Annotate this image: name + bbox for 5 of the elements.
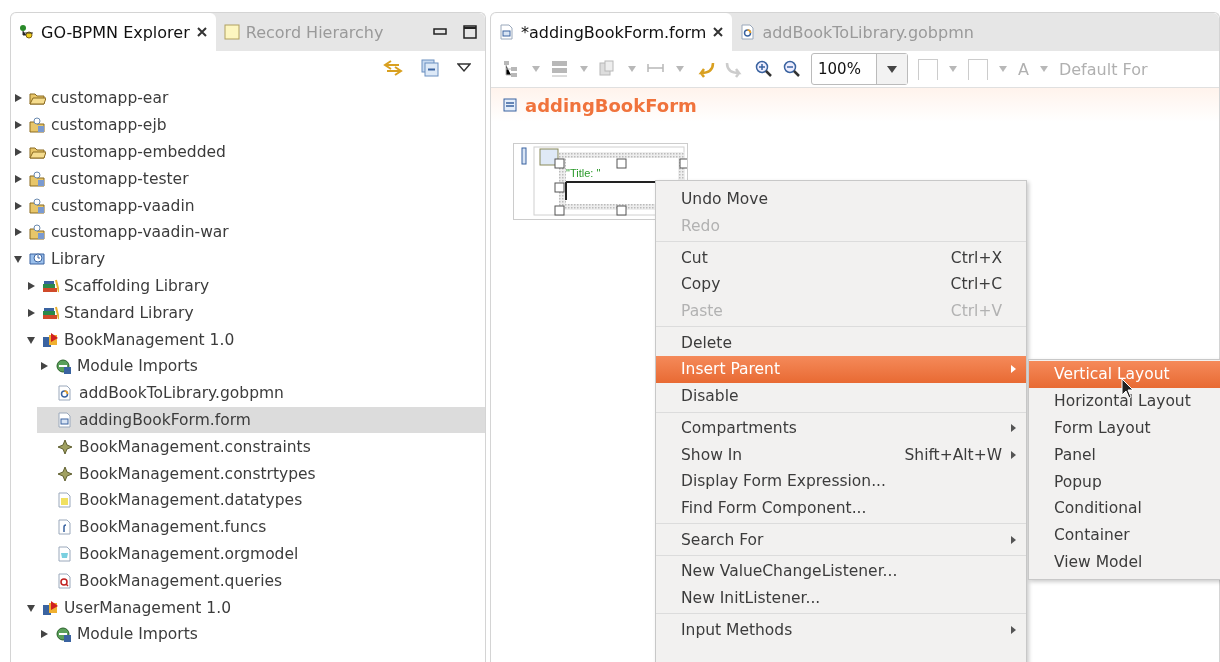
shortcut-text: Ctrl+X [950,248,1002,267]
shortcut-text: Shift+Alt+W [904,445,1002,464]
shortcut-text: Ctrl+C [950,275,1002,294]
form-title: addingBookForm [525,94,697,116]
shortcut-text: Ctrl+V [950,302,1002,321]
